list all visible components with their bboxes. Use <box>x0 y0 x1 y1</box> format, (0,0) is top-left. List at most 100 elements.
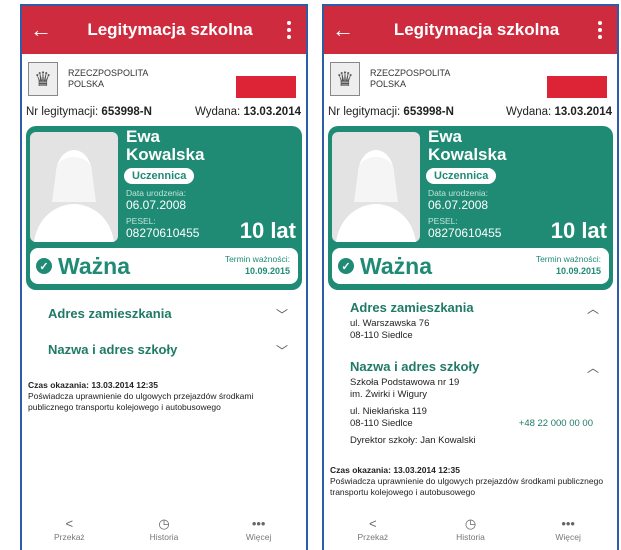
section-school[interactable]: Nazwa i adres szkoły ﹀ <box>22 334 306 360</box>
age-value: 10 lat <box>239 218 296 243</box>
section-title: Adres zamieszkania <box>48 306 172 321</box>
kebab-menu-icon[interactable] <box>280 21 298 39</box>
expiry-label: Termin ważności: <box>535 254 601 264</box>
nav-label: Więcej <box>555 532 581 542</box>
app-title: Legitymacja szkolna <box>87 20 253 39</box>
pesel-label: PESEL: <box>428 216 458 226</box>
pesel-value: 08270610455 <box>428 226 502 240</box>
phone-screen-collapsed: ← Legitymacja szkolna ♛ RZECZPOSPOLITA P… <box>20 4 308 550</box>
school-street: ul. Niekłańska 119 <box>350 406 427 417</box>
chevron-down-icon[interactable]: ﹀ <box>276 342 288 359</box>
validity-status: Ważna <box>360 252 432 279</box>
bottom-nav: < Przekaż ◷ Historia ••• Więcej <box>324 516 617 550</box>
nav-share[interactable]: < Przekaż <box>338 516 408 542</box>
dob-label: Data urodzenia: <box>126 188 187 198</box>
eagle-emblem-icon: ♛ <box>330 62 360 96</box>
pesel-label: PESEL: <box>126 216 156 226</box>
section-address[interactable]: Adres zamieszkania ﹀ <box>22 298 306 324</box>
pesel-value: 08270610455 <box>126 226 200 240</box>
section-address[interactable]: Adres zamieszkania ︿ ul. Warszawska 76 0… <box>324 292 617 341</box>
scan-time-label: Czas okazania: <box>330 464 391 475</box>
scan-description: Poświadcza uprawnienie do ulgowych przej… <box>28 391 254 412</box>
expiry-label: Termin ważności: <box>224 254 290 264</box>
role-badge: Uczennica <box>426 168 497 184</box>
nav-share[interactable]: < Przekaż <box>34 516 104 542</box>
school-city-row: 08-110 Siedlce +48 22 000 00 00 <box>350 418 607 430</box>
section-title: Adres zamieszkania <box>350 300 474 315</box>
eagle-emblem-icon: ♛ <box>28 62 58 96</box>
nav-label: Historia <box>149 532 179 542</box>
school-director: Dyrektor szkoły: Jan Kowalski <box>350 435 476 446</box>
more-icon: ••• <box>251 516 266 531</box>
age-value: 10 lat <box>550 218 607 243</box>
id-card: Ewa Kowalska Uczennica Data urodzenia: 0… <box>328 126 613 290</box>
document-header: ♛ RZECZPOSPOLITA POLSKA <box>22 54 306 106</box>
validity-box: ✓ Ważna Termin ważności: 10.09.2015 <box>30 248 298 284</box>
flag-image <box>547 76 607 98</box>
bottom-nav: < Przekaż ◷ Historia ••• Więcej <box>22 516 306 550</box>
dob-value: 06.07.2008 <box>428 198 489 212</box>
app-bar: ← Legitymacja szkolna <box>22 6 306 54</box>
issued-label: Wydana: <box>194 106 241 118</box>
section-title: Nazwa i adres szkoły <box>350 359 480 374</box>
share-icon: < <box>65 516 74 531</box>
school-name: im. Żwirki i Wigury <box>350 388 428 400</box>
country-name: RZECZPOSPOLITA POLSKA <box>68 68 148 90</box>
expiry: Termin ważności: 10.09.2015 <box>536 253 601 277</box>
nav-history[interactable]: ◷ Historia <box>129 516 199 542</box>
scan-info: Czas okazania: 13.03.2014 12:35 Poświadc… <box>22 380 306 413</box>
app-title: Legitymacja szkolna <box>393 20 560 39</box>
last-name: Kowalska <box>428 145 507 164</box>
nav-more[interactable]: ••• Więcej <box>224 516 294 542</box>
check-circle-icon: ✓ <box>338 258 354 274</box>
scan-time-value: 13.03.2014 12:35 <box>393 464 460 475</box>
id-number: 653998-N <box>101 106 152 118</box>
id-label: Nr legitymacji: <box>328 106 401 118</box>
first-name: Ewa <box>126 127 161 146</box>
validity-status: Ważna <box>58 252 130 279</box>
avatar <box>332 132 420 242</box>
share-icon: < <box>369 516 377 531</box>
issued-date: 13.03.2014 <box>554 106 612 118</box>
id-row: Nr legitymacji: 653998-N Wydana: 13.03.2… <box>324 106 617 122</box>
chevron-up-icon[interactable]: ︿ <box>587 359 599 376</box>
document-header: ♛ RZECZPOSPOLITA POLSKA <box>324 54 617 106</box>
student-name: Ewa Kowalska <box>428 128 506 164</box>
scan-description: Poświadcza uprawnienie do ulgowych przej… <box>330 475 604 497</box>
nav-label: Przekaż <box>357 532 389 542</box>
dob-label: Data urodzenia: <box>428 188 489 198</box>
back-arrow-icon[interactable]: ← <box>30 19 60 41</box>
section-school[interactable]: Nazwa i adres szkoły ︿ Szkoła Podstawowa… <box>324 351 617 447</box>
issued-label: Wydana: <box>505 106 552 118</box>
country-line: POLSKA <box>68 79 105 89</box>
back-arrow-icon[interactable]: ← <box>332 19 362 41</box>
student-name: Ewa Kowalska <box>126 128 204 164</box>
chevron-up-icon[interactable]: ︿ <box>587 300 599 317</box>
issued-date: 13.03.2014 <box>243 106 301 118</box>
avatar <box>30 132 118 242</box>
school-city: 08-110 Siedlce <box>350 417 413 429</box>
section-title: Nazwa i adres szkoły <box>48 342 178 357</box>
role-badge: Uczennica <box>124 168 195 184</box>
kebab-menu-icon[interactable] <box>591 21 609 39</box>
id-row: Nr legitymacji: 653998-N Wydana: 13.03.2… <box>22 106 306 122</box>
history-icon: ◷ <box>158 516 170 531</box>
address-line: ul. Warszawska 76 <box>350 318 430 329</box>
last-name: Kowalska <box>126 145 205 164</box>
scan-time-value: 13.03.2014 12:35 <box>91 380 158 390</box>
school-phone-link[interactable]: +48 22 000 00 00 <box>519 418 593 430</box>
history-icon: ◷ <box>464 516 477 531</box>
first-name: Ewa <box>428 127 463 146</box>
phone-screen-expanded: ← Legitymacja szkolna ♛ RZECZPOSPOLITA P… <box>322 4 619 550</box>
school-name: Szkoła Podstawowa nr 19 <box>350 377 460 388</box>
expiry-date: 10.09.2015 <box>555 266 601 276</box>
scan-time-label: Czas okazania: <box>28 380 89 390</box>
country-line: RZECZPOSPOLITA <box>68 68 149 78</box>
expiry-date: 10.09.2015 <box>244 266 290 276</box>
nav-history[interactable]: ◷ Historia <box>435 516 505 542</box>
app-bar: ← Legitymacja szkolna <box>324 6 617 54</box>
nav-label: Historia <box>456 532 485 542</box>
nav-more[interactable]: ••• Więcej <box>533 516 603 542</box>
id-card: Ewa Kowalska Uczennica Data urodzenia: 0… <box>26 126 302 290</box>
chevron-down-icon[interactable]: ﹀ <box>276 306 288 323</box>
